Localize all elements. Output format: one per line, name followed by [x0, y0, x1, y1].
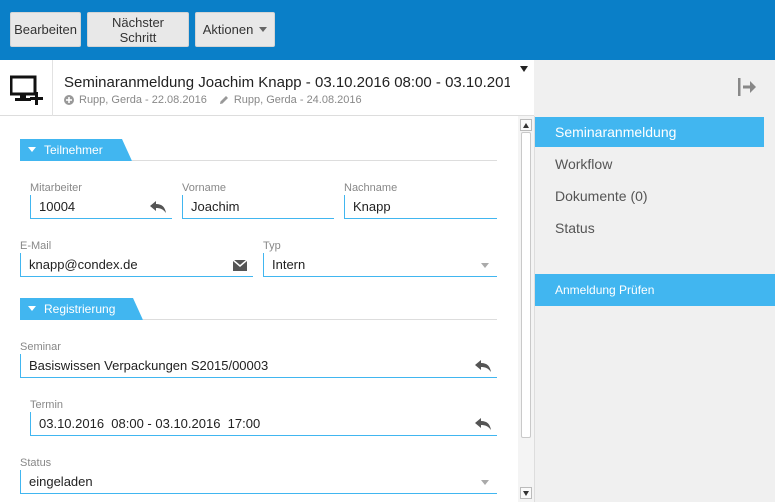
- edited-info: Rupp, Gerda - 24.08.2016: [219, 94, 362, 106]
- check-registration-button[interactable]: Anmeldung Prüfen: [535, 274, 775, 306]
- next-step-button[interactable]: Nächster Schritt: [87, 12, 189, 47]
- reply-icon[interactable]: [475, 360, 491, 372]
- collapse-icon: [28, 306, 36, 311]
- type-label: Typ: [263, 240, 281, 252]
- seminar-field: Seminar Basiswissen Verpackungen S2015/0…: [20, 341, 497, 379]
- first-name-field: Vorname Joachim: [182, 182, 334, 220]
- status-select[interactable]: eingeladen: [20, 470, 497, 494]
- section-divider: [143, 319, 497, 320]
- created-info: Rupp, Gerda - 22.08.2016: [64, 94, 207, 106]
- last-name-value: Knapp: [353, 199, 391, 214]
- chevron-down-icon: [481, 263, 489, 268]
- exit-panel-icon[interactable]: [738, 78, 758, 96]
- nav-item-status[interactable]: Status: [535, 213, 764, 243]
- section-divider: [132, 160, 497, 161]
- employee-field: Mitarbeiter 10004: [30, 182, 172, 220]
- email-input[interactable]: knapp@condex.de: [20, 253, 253, 277]
- title-dropdown-icon[interactable]: [520, 66, 528, 72]
- edit-button[interactable]: Bearbeiten: [10, 12, 81, 47]
- employee-label: Mitarbeiter: [30, 182, 82, 194]
- seminar-label: Seminar: [20, 341, 61, 353]
- first-name-value: Joachim: [191, 199, 240, 214]
- edited-text: Rupp, Gerda - 24.08.2016: [233, 94, 362, 106]
- employee-value: 10004: [39, 199, 76, 214]
- header-divider: [52, 60, 53, 116]
- status-field: Status eingeladen: [20, 457, 497, 495]
- last-name-field: Nachname Knapp: [344, 182, 497, 220]
- record-header: Seminaranmeldung Joachim Knapp - 03.10.2…: [0, 60, 534, 116]
- scroll-down-button[interactable]: [520, 487, 532, 499]
- collapse-icon: [28, 147, 36, 152]
- toolbar: Bearbeiten Nächster Schritt Aktionen: [0, 0, 775, 60]
- nav-item-seminaranmeldung[interactable]: Seminaranmeldung: [535, 117, 764, 147]
- section-participant[interactable]: Teilnehmer: [20, 139, 497, 161]
- sidebar-nav: Seminaranmeldung Workflow Dokumente (0) …: [534, 116, 775, 502]
- status-label: Status: [20, 457, 52, 469]
- employee-input[interactable]: 10004: [30, 195, 172, 219]
- email-label: E-Mail: [20, 240, 52, 252]
- reply-icon[interactable]: [150, 201, 166, 213]
- nav-item-workflow[interactable]: Workflow: [535, 149, 764, 179]
- type-value: Intern: [272, 257, 306, 272]
- type-select[interactable]: Intern: [263, 253, 497, 277]
- section-registration-header[interactable]: Registrierung: [20, 298, 143, 320]
- date-field: Termin 03.10.2016 08:00 - 03.10.2016 17:…: [30, 399, 497, 437]
- plus-circle-icon: [64, 95, 74, 105]
- nav-item-documents[interactable]: Dokumente (0): [535, 181, 764, 211]
- chevron-down-icon: [481, 480, 489, 485]
- type-field: Typ Intern: [263, 240, 497, 278]
- seminar-input[interactable]: Basiswissen Verpackungen S2015/00003: [20, 354, 497, 378]
- date-label: Termin: [30, 399, 64, 411]
- section-registration[interactable]: Registrierung: [20, 298, 497, 320]
- record-title: Seminaranmeldung Joachim Knapp - 03.10.2…: [64, 74, 510, 91]
- created-text: Rupp, Gerda - 22.08.2016: [79, 94, 207, 106]
- section-registration-label: Registrierung: [44, 302, 116, 316]
- actions-dropdown-button[interactable]: Aktionen: [195, 12, 275, 47]
- form-panel: Teilnehmer Mitarbeiter 10004 Vorname Joa…: [0, 116, 517, 502]
- first-name-label: Vorname: [182, 182, 227, 194]
- last-name-label: Nachname: [344, 182, 398, 194]
- chevron-down-icon: [259, 27, 268, 32]
- reply-icon[interactable]: [475, 418, 491, 430]
- section-participant-label: Teilnehmer: [44, 143, 103, 157]
- seminar-value: Basiswissen Verpackungen S2015/00003: [29, 358, 269, 373]
- last-name-input[interactable]: Knapp: [344, 195, 497, 219]
- monitor-add-icon: [10, 75, 43, 105]
- actions-label: Aktionen: [202, 22, 254, 37]
- scroll-up-button[interactable]: [520, 119, 532, 131]
- date-value: 03.10.2016 08:00 - 03.10.2016 17:00: [39, 416, 261, 431]
- section-participant-header[interactable]: Teilnehmer: [20, 139, 132, 161]
- envelope-icon[interactable]: [233, 260, 247, 271]
- record-meta: Rupp, Gerda - 22.08.2016 Rupp, Gerda - 2…: [64, 94, 374, 106]
- email-field: E-Mail knapp@condex.de: [20, 240, 253, 278]
- first-name-input[interactable]: Joachim: [182, 195, 334, 219]
- scroll-thumb[interactable]: [521, 132, 531, 438]
- email-value: knapp@condex.de: [29, 257, 138, 272]
- pencil-icon: [219, 96, 228, 104]
- date-input[interactable]: 03.10.2016 08:00 - 03.10.2016 17:00: [30, 412, 497, 436]
- form-scrollbar[interactable]: [518, 116, 534, 502]
- status-value: eingeladen: [29, 474, 93, 489]
